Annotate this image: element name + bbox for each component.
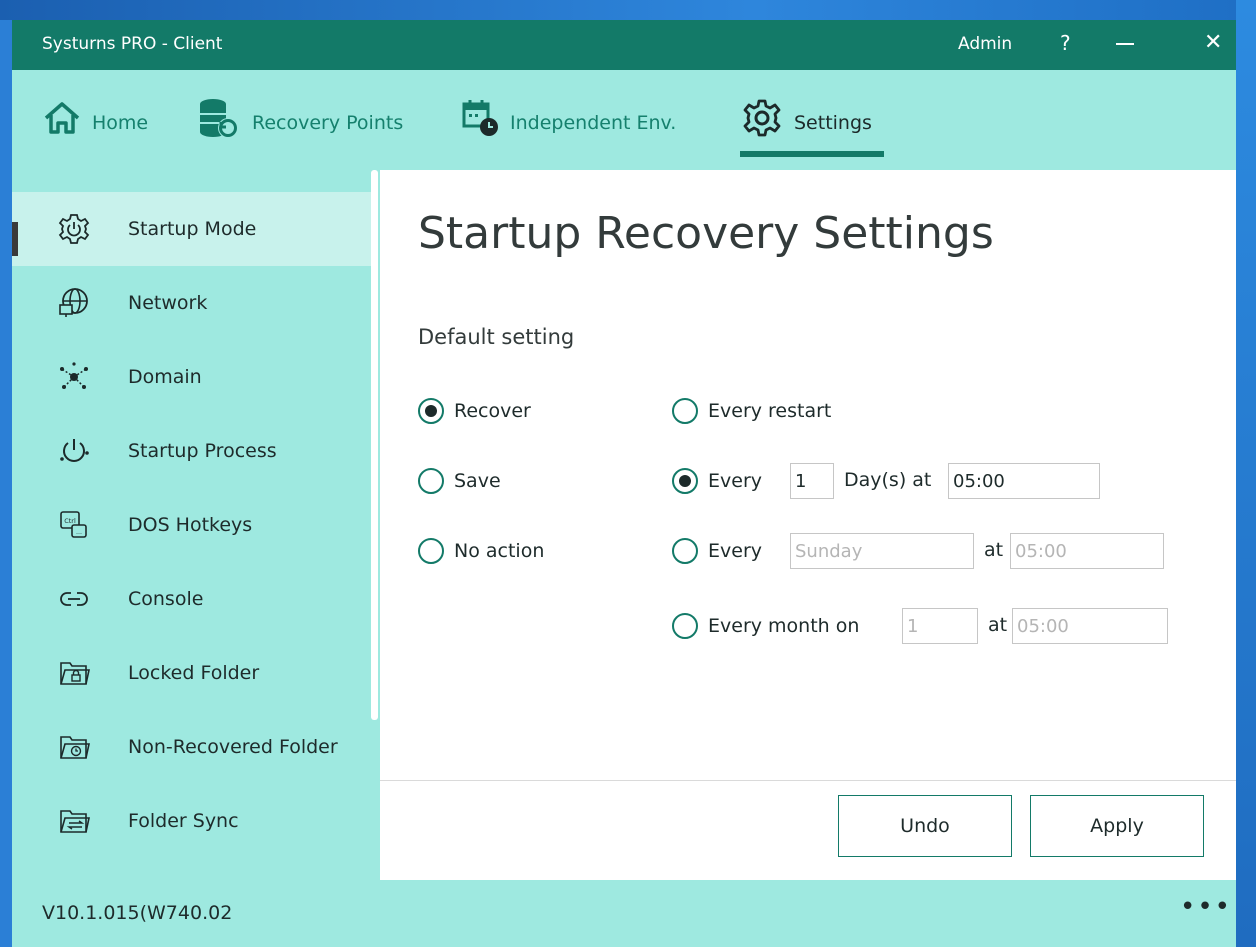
radio-button[interactable]: [418, 468, 444, 494]
radio-recover[interactable]: Recover: [418, 395, 531, 427]
home-icon: [40, 96, 84, 140]
radio-label: No action: [454, 540, 545, 562]
tab-home[interactable]: Home: [40, 96, 148, 156]
sidebar-item-label: Non-Recovered Folder: [128, 736, 338, 758]
sidebar-item-startup-mode[interactable]: Startup Mode: [12, 192, 374, 266]
title-bar: Systurns PRO - Client Admin ? ✕: [12, 20, 1236, 70]
radio-label: Every: [708, 470, 762, 492]
radio-label: Every month on: [708, 615, 860, 637]
sidebar-item-dos-hotkeys[interactable]: Ctrl… DOS Hotkeys: [12, 488, 374, 562]
link-icon: [58, 583, 90, 615]
sidebar-item-label: Network: [128, 292, 208, 314]
footer-divider: [380, 780, 1236, 781]
sidebar-item-label: Startup Mode: [128, 218, 257, 240]
monthly-time-input[interactable]: [1012, 608, 1168, 644]
tab-home-label: Home: [92, 112, 149, 134]
tab-independent-env[interactable]: Independent Env.: [458, 96, 676, 156]
svg-text:…: …: [76, 529, 82, 536]
sidebar-scrollbar[interactable]: [371, 170, 378, 720]
version-label: V10.1.015(W740.02: [42, 902, 233, 924]
page-title: Startup Recovery Settings: [418, 208, 994, 259]
weekday-select[interactable]: [790, 533, 974, 569]
radio-every-month[interactable]: Every month on: [672, 610, 859, 642]
sidebar-item-locked-folder[interactable]: Locked Folder: [12, 636, 374, 710]
active-tab-underline: [740, 151, 884, 157]
globe-monitor-icon: [58, 287, 90, 319]
section-label: Default setting: [418, 325, 575, 349]
database-restore-icon: [196, 96, 240, 140]
help-button[interactable]: ?: [1060, 31, 1071, 55]
month-day-input[interactable]: [902, 608, 978, 644]
ctrl-key-icon: Ctrl…: [58, 509, 90, 541]
folder-sync-icon: [58, 805, 90, 837]
weekly-time-input[interactable]: [1010, 533, 1164, 569]
radio-button[interactable]: [672, 398, 698, 424]
radio-no-action[interactable]: No action: [418, 535, 544, 567]
calendar-clock-icon: [458, 96, 502, 140]
tab-settings-label: Settings: [794, 112, 872, 134]
sidebar-item-label: Domain: [128, 366, 202, 388]
radio-button[interactable]: [418, 538, 444, 564]
sidebar-item-label: Folder Sync: [128, 810, 239, 832]
radio-label: Every restart: [708, 400, 832, 422]
tab-settings[interactable]: Settings: [740, 96, 872, 156]
radio-button[interactable]: [418, 398, 444, 424]
sidebar-item-network[interactable]: Network: [12, 266, 374, 340]
close-button[interactable]: ✕: [1204, 30, 1222, 55]
radio-button[interactable]: [672, 613, 698, 639]
apply-button[interactable]: Apply: [1030, 795, 1204, 857]
settings-sidebar: Startup Mode Network Domain Startup Proc…: [12, 170, 380, 880]
svg-text:Ctrl: Ctrl: [64, 517, 76, 525]
power-dots-icon: [58, 435, 90, 467]
folder-clock-icon: [58, 731, 90, 763]
sidebar-item-label: Startup Process: [128, 440, 277, 462]
sidebar-item-label: Console: [128, 588, 204, 610]
sidebar-item-domain[interactable]: Domain: [12, 340, 374, 414]
window-title: Systurns PRO - Client: [42, 34, 223, 54]
radio-every-weekday[interactable]: Every: [672, 535, 762, 567]
top-navigation: Home Recovery Points Independent Env. Se…: [12, 70, 1236, 170]
desktop-background-right: [1236, 0, 1256, 947]
sidebar-item-console[interactable]: Console: [12, 562, 374, 636]
app-window: Systurns PRO - Client Admin ? ✕ Home Rec…: [12, 20, 1236, 947]
status-bar: V10.1.015(W740.02 •••: [12, 880, 1236, 947]
sidebar-item-folder-sync[interactable]: Folder Sync: [12, 784, 374, 858]
folder-lock-icon: [58, 657, 90, 689]
days-unit-label: Day(s) at: [844, 469, 932, 491]
gear-icon: [740, 96, 784, 140]
more-options-button[interactable]: •••: [1180, 892, 1232, 922]
radio-label: Save: [454, 470, 501, 492]
sidebar-item-non-recovered-folder[interactable]: Non-Recovered Folder: [12, 710, 374, 784]
radio-save[interactable]: Save: [418, 465, 501, 497]
radio-label: Every: [708, 540, 762, 562]
radio-button[interactable]: [672, 538, 698, 564]
undo-button[interactable]: Undo: [838, 795, 1012, 857]
tab-recovery-points-label: Recovery Points: [252, 112, 404, 134]
radio-every-restart[interactable]: Every restart: [672, 395, 831, 427]
daily-time-input[interactable]: [948, 463, 1100, 499]
tab-independent-env-label: Independent Env.: [510, 112, 677, 134]
desktop-background: [0, 0, 1256, 20]
user-name[interactable]: Admin: [958, 34, 1012, 54]
monthly-at-label: at: [988, 614, 1008, 636]
power-gear-icon: [58, 213, 90, 245]
radio-button[interactable]: [672, 468, 698, 494]
days-interval-input[interactable]: [790, 463, 834, 499]
sidebar-item-label: DOS Hotkeys: [128, 514, 253, 536]
sidebar-item-label: Locked Folder: [128, 662, 260, 684]
active-item-marker: [12, 222, 18, 256]
sidebar-item-startup-process[interactable]: Startup Process: [12, 414, 374, 488]
minimize-button[interactable]: [1116, 43, 1134, 45]
tab-recovery-points[interactable]: Recovery Points: [196, 96, 403, 156]
radio-every-days[interactable]: Every: [672, 465, 762, 497]
network-node-icon: [58, 361, 90, 393]
radio-label: Recover: [454, 400, 531, 422]
settings-panel: Startup Recovery Settings Default settin…: [380, 170, 1236, 880]
weekly-at-label: at: [984, 539, 1004, 561]
